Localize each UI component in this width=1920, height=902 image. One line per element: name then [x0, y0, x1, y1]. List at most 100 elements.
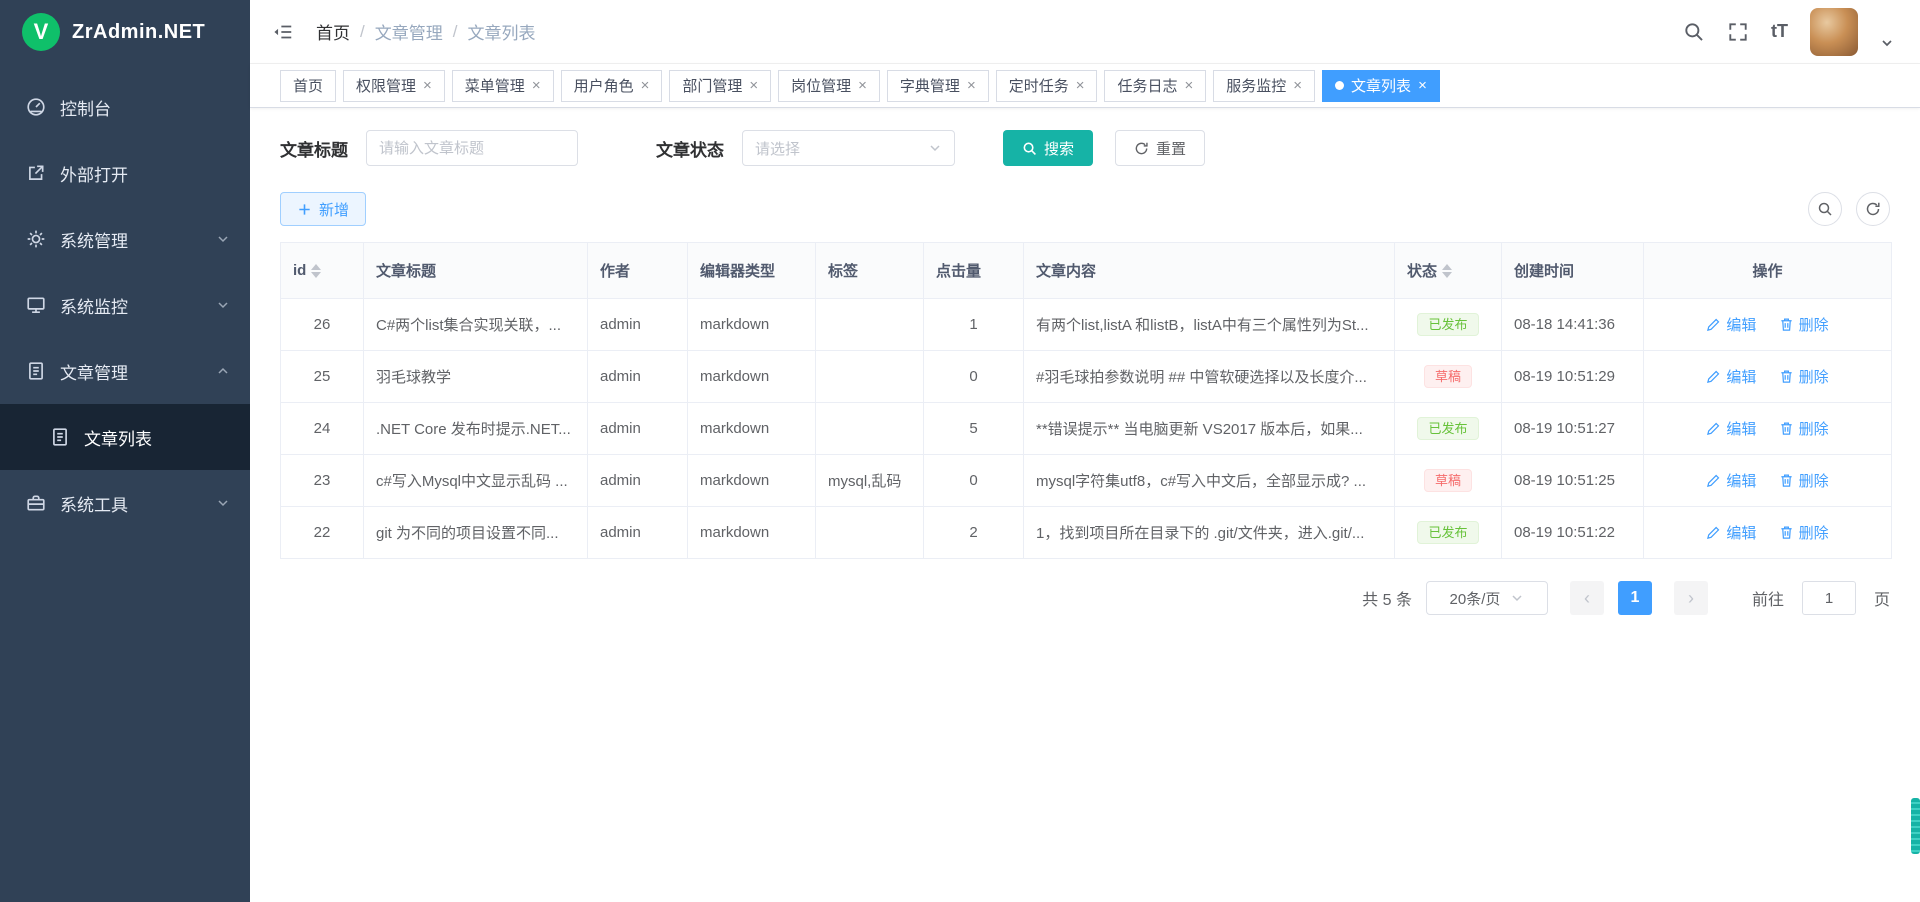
toolbox-icon: [26, 493, 46, 513]
fullscreen-icon[interactable]: [1727, 21, 1749, 43]
cell-created: 08-19 10:51:27: [1502, 403, 1644, 455]
sidebar-item-article-list[interactable]: 文章列表: [0, 404, 250, 470]
cell-ops: 编辑 删除: [1644, 507, 1892, 559]
status-badge: 已发布: [1417, 521, 1478, 544]
tab-label: 菜单管理: [465, 75, 525, 96]
edit-button[interactable]: 编辑: [1706, 418, 1756, 439]
close-icon[interactable]: ×: [423, 78, 432, 93]
page-number-button[interactable]: 1: [1618, 581, 1652, 615]
close-icon[interactable]: ×: [1185, 78, 1194, 93]
cell-id: 23: [281, 455, 364, 507]
cell-author: admin: [588, 351, 688, 403]
breadcrumb-home[interactable]: 首页: [316, 19, 350, 44]
dashboard-icon: [26, 97, 46, 117]
tab-dict-mgmt[interactable]: 字典管理 ×: [887, 70, 989, 102]
breadcrumb-separator: /: [360, 22, 365, 42]
app-logo: V ZrAdmin.NET: [0, 0, 250, 64]
breadcrumb-article-mgmt[interactable]: 文章管理: [375, 19, 443, 44]
tab-home[interactable]: 首页: [280, 70, 336, 102]
cell-editor: markdown: [688, 299, 816, 351]
sort-icon[interactable]: [1442, 264, 1452, 278]
tab-dept-mgmt[interactable]: 部门管理 ×: [669, 70, 771, 102]
cell-created: 08-19 10:51:25: [1502, 455, 1644, 507]
cell-status: 已发布: [1395, 403, 1502, 455]
close-icon[interactable]: ×: [641, 78, 650, 93]
cell-ops: 编辑 删除: [1644, 351, 1892, 403]
sidebar-item-dashboard[interactable]: 控制台: [0, 74, 250, 140]
close-icon[interactable]: ×: [749, 78, 758, 93]
table-row[interactable]: 26 C#两个list集合实现关联，... admin markdown 1 有…: [281, 299, 1892, 351]
delete-button[interactable]: 删除: [1779, 418, 1829, 439]
edit-button[interactable]: 编辑: [1706, 366, 1756, 387]
edit-button[interactable]: 编辑: [1706, 470, 1756, 491]
toggle-search-button[interactable]: [1808, 192, 1842, 226]
table-row[interactable]: 25 羽毛球教学 admin markdown 0 #羽毛球拍参数说明 ## 中…: [281, 351, 1892, 403]
sidebar-fold-icon[interactable]: [272, 21, 294, 43]
sidebar-item-label: 系统工具: [60, 491, 202, 516]
tab-label: 定时任务: [1009, 75, 1069, 96]
tab-task-log[interactable]: 任务日志 ×: [1104, 70, 1206, 102]
cell-created: 08-19 10:51:22: [1502, 507, 1644, 559]
cell-ops: 编辑 删除: [1644, 299, 1892, 351]
avatar[interactable]: [1810, 8, 1858, 56]
chevron-down-icon[interactable]: [1880, 36, 1894, 50]
chevron-down-icon: [216, 496, 230, 510]
tab-label: 文章列表: [1351, 75, 1411, 96]
col-status[interactable]: 状态: [1395, 243, 1502, 299]
tab-service-monitor[interactable]: 服务监控 ×: [1213, 70, 1315, 102]
sort-icon[interactable]: [311, 264, 321, 278]
tab-perm-mgmt[interactable]: 权限管理 ×: [343, 70, 445, 102]
delete-button[interactable]: 删除: [1779, 366, 1829, 387]
article-status-select[interactable]: 请选择: [742, 130, 955, 166]
scrollbar-thumb[interactable]: [1911, 798, 1920, 854]
sidebar-item-system-tools[interactable]: 系统工具: [0, 470, 250, 536]
sidebar-item-article-mgmt[interactable]: 文章管理: [0, 338, 250, 404]
tab-post-mgmt[interactable]: 岗位管理 ×: [778, 70, 880, 102]
tab-menu-mgmt[interactable]: 菜单管理 ×: [452, 70, 554, 102]
table-row[interactable]: 22 git 为不同的项目设置不同... admin markdown 2 1，…: [281, 507, 1892, 559]
sidebar-item-label: 系统管理: [60, 227, 202, 252]
search-button[interactable]: 搜索: [1003, 130, 1093, 166]
article-status-label: 文章状态: [656, 136, 724, 161]
delete-button[interactable]: 删除: [1779, 470, 1829, 491]
close-icon[interactable]: ×: [532, 78, 541, 93]
edit-button[interactable]: 编辑: [1706, 522, 1756, 543]
refresh-table-button[interactable]: [1856, 192, 1890, 226]
monitor-icon: [26, 295, 46, 315]
table-row[interactable]: 24 .NET Core 发布时提示.NET... admin markdown…: [281, 403, 1892, 455]
cell-created: 08-18 14:41:36: [1502, 299, 1644, 351]
article-title-input[interactable]: [366, 130, 578, 166]
sidebar-item-system-mgmt[interactable]: 系统管理: [0, 206, 250, 272]
tab-article-list[interactable]: 文章列表 ×: [1322, 70, 1440, 102]
delete-button[interactable]: 删除: [1779, 314, 1829, 335]
search-icon[interactable]: [1683, 21, 1705, 43]
document-icon: [50, 427, 70, 447]
goto-page-input[interactable]: [1802, 581, 1856, 615]
close-icon[interactable]: ×: [1418, 78, 1427, 93]
close-icon[interactable]: ×: [858, 78, 867, 93]
reset-button[interactable]: 重置: [1115, 130, 1205, 166]
page-size-select[interactable]: 20条/页: [1426, 581, 1548, 615]
font-size-icon[interactable]: tT: [1771, 21, 1788, 42]
sidebar-item-external[interactable]: 外部打开: [0, 140, 250, 206]
edit-button[interactable]: 编辑: [1706, 314, 1756, 335]
next-page-button[interactable]: ›: [1674, 581, 1708, 615]
sidebar-item-system-monitor[interactable]: 系统监控: [0, 272, 250, 338]
prev-page-button[interactable]: ‹: [1570, 581, 1604, 615]
status-badge: 草稿: [1424, 469, 1472, 492]
table-row[interactable]: 23 c#写入Mysql中文显示乱码 ... admin markdown my…: [281, 455, 1892, 507]
close-icon[interactable]: ×: [1076, 78, 1085, 93]
add-button[interactable]: 新增: [280, 192, 366, 226]
sidebar-item-label: 文章列表: [84, 425, 230, 450]
delete-button[interactable]: 删除: [1779, 522, 1829, 543]
close-icon[interactable]: ×: [1293, 78, 1302, 93]
close-icon[interactable]: ×: [967, 78, 976, 93]
cell-tags: [816, 299, 924, 351]
add-button-label: 新增: [319, 199, 349, 220]
col-id[interactable]: id: [281, 243, 364, 299]
col-editor: 编辑器类型: [688, 243, 816, 299]
col-title: 文章标题: [364, 243, 588, 299]
tab-cron-task[interactable]: 定时任务 ×: [996, 70, 1098, 102]
tab-user-role[interactable]: 用户角色 ×: [561, 70, 663, 102]
col-ops: 操作: [1644, 243, 1892, 299]
